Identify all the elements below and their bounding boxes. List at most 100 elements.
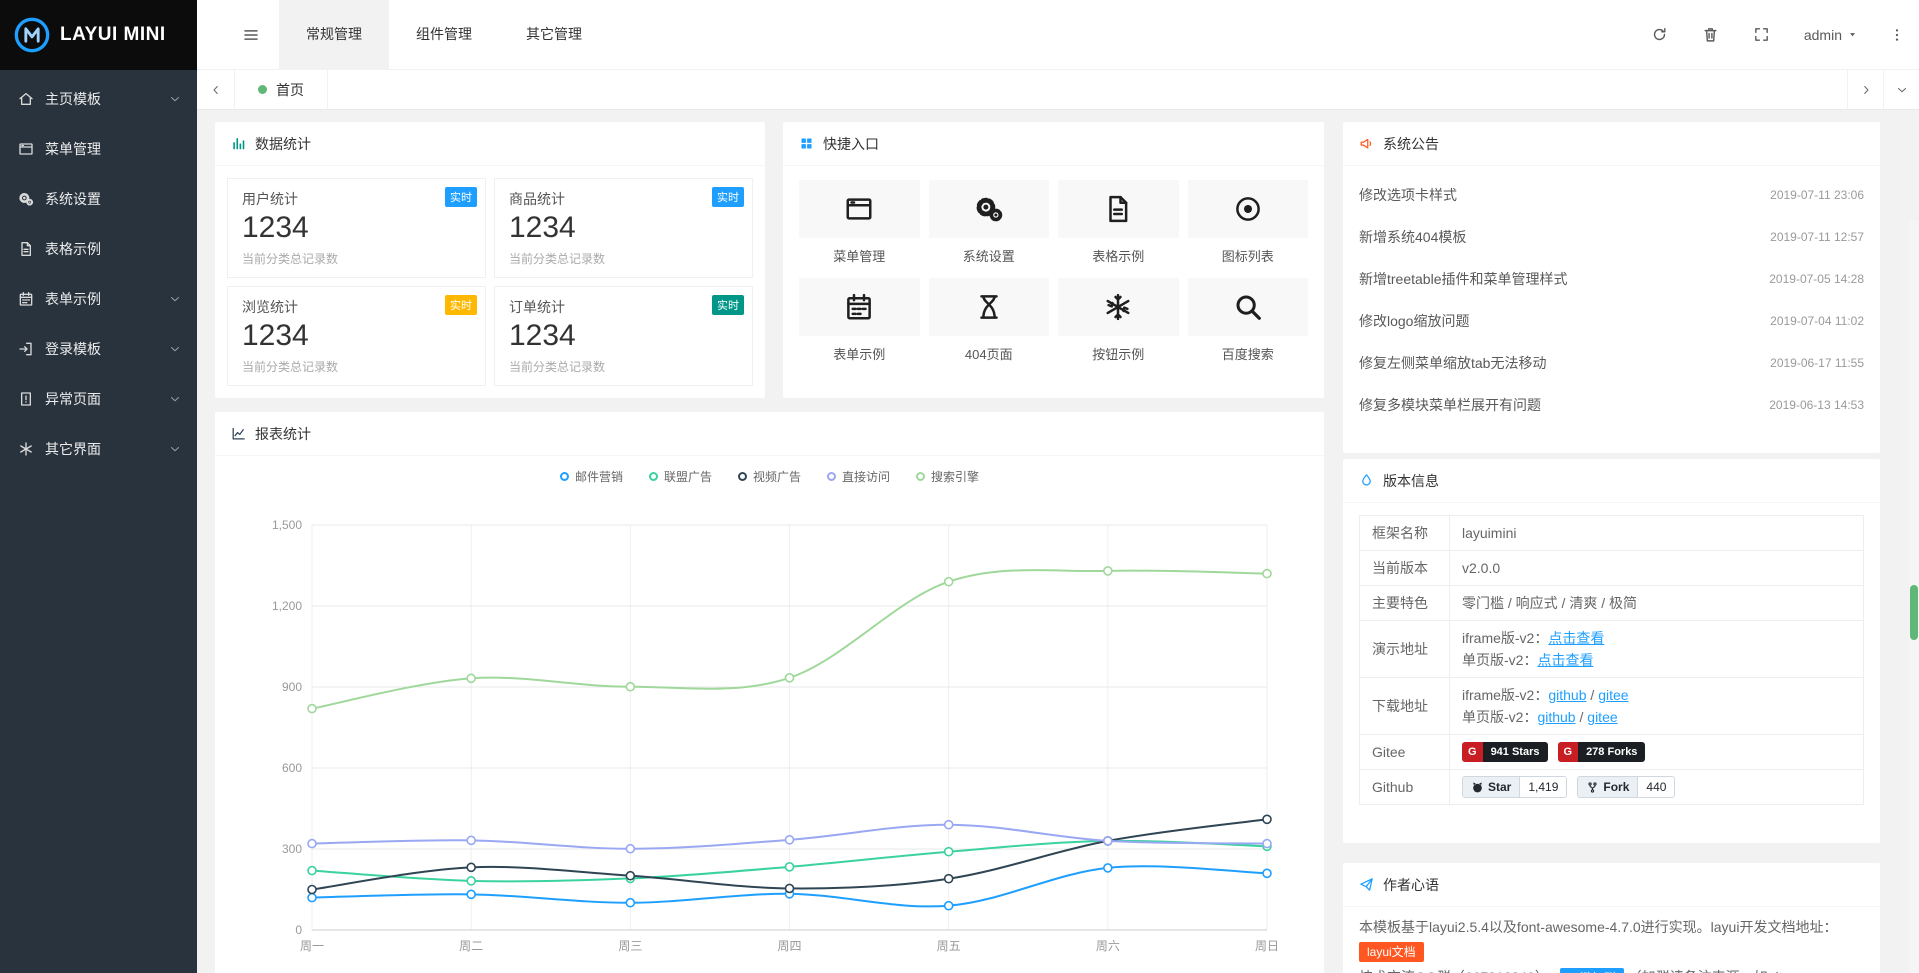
card-header: 报表统计 [215,412,1324,456]
refresh-button[interactable] [1634,0,1685,69]
card-version-info: 版本信息 框架名称 layuimini 当前版本 v2.0.0 主要特色 零门槛… [1343,459,1880,843]
sidebar-item-label: 其它界面 [45,439,169,459]
row-label: 下载地址 [1360,678,1450,735]
sidebar-item-5[interactable]: 表单示例 [0,274,197,324]
sidebar-menu: 主页模板 菜单管理 系统设置 表格示例 表单示例 登录模板 异常页面 其它界面 [0,70,197,474]
nav-tab-1[interactable]: 常规管理 [279,0,389,69]
dl-iframe-gitee-link[interactable]: gitee [1598,687,1628,703]
svg-text:周三: 周三 [618,939,642,953]
row-value: iframe版-v2：点击查看 单页版-v2：点击查看 [1450,621,1864,678]
demo-iframe-link[interactable]: 点击查看 [1548,630,1604,646]
gitee-logo: G [1558,742,1579,762]
collapse-menu-button[interactable] [223,0,279,69]
tab-home[interactable]: 首页 [235,70,328,109]
svg-text:1,200: 1,200 [272,599,302,613]
svg-text:周日: 周日 [1255,939,1279,953]
gitee-stars-badge[interactable]: G 941 Stars [1462,742,1548,762]
quick-entry-3[interactable]: 表格示例 [1058,180,1179,265]
chevron-down-icon [169,443,181,455]
report-chart: 周一周二周三周四周五周六周日03006009001,2001,500 [215,482,1324,973]
dl-spa-gitee-link[interactable]: gitee [1587,709,1617,725]
svg-text:周六: 周六 [1096,939,1120,953]
tabs-dropdown-button[interactable] [1883,70,1919,109]
announcement-time: 2019-06-17 11:55 [1770,356,1864,370]
tabs-scroll-left-button[interactable] [197,70,235,109]
card-header: 系统公告 [1343,122,1880,166]
version-row-name: 框架名称 layuimini [1360,516,1864,551]
announcement-time: 2019-07-11 12:57 [1770,230,1864,244]
card-title: 版本信息 [1383,471,1439,491]
file-icon [18,241,34,257]
quick-grid: 菜单管理 系统设置 表格示例 图标列表 表单示例 404页面 按钮示例 百度搜索 [783,166,1324,377]
paper-plane-icon [1359,877,1374,892]
join-qq-group-badge[interactable]: 一键加群 [1560,968,1624,973]
tabs-scroll-right-button[interactable] [1847,70,1883,109]
caret-down-icon [1847,29,1858,40]
github-icon [1471,781,1484,794]
username: admin [1804,27,1842,43]
window-icon [18,141,34,157]
fullscreen-button[interactable] [1736,0,1787,69]
announcement-row: 修改logo缩放问题 2019-07-04 11:02 [1359,300,1864,342]
row-value: G 941 Stars G 278 Forks [1450,735,1864,770]
sidebar-item-1[interactable]: 主页模板 [0,74,197,124]
chevron-down-icon [1896,84,1908,96]
bar-chart-icon [231,136,246,151]
sidebar-item-4[interactable]: 表格示例 [0,224,197,274]
nav-tab-2[interactable]: 组件管理 [389,0,499,69]
gitee-forks-badge[interactable]: G 278 Forks [1558,742,1646,762]
trash-icon [1702,26,1719,43]
dl-iframe-github-link[interactable]: github [1548,687,1586,703]
legend-marker [649,472,658,481]
card-title: 数据统计 [255,134,311,154]
svg-text:0: 0 [295,923,302,937]
svg-text:周五: 周五 [937,939,961,953]
dl-spa-github-link[interactable]: github [1537,709,1575,725]
author-line2: 技术交流QQ群（667810840）： 一键加群 （加群请备注来源：如gitee… [1359,965,1864,973]
topbar-icon-group [1634,0,1787,69]
demo-line1-prefix: iframe版-v2： [1462,630,1548,646]
github-star-button[interactable]: Star 1,419 [1462,776,1567,798]
sidebar-item-label: 主页模板 [45,89,169,109]
sidebar-item-6[interactable]: 登录模板 [0,324,197,374]
nav-tab-3[interactable]: 其它管理 [499,0,609,69]
sidebar-item-7[interactable]: 异常页面 [0,374,197,424]
more-button[interactable] [1875,0,1919,69]
row-label: Github [1360,770,1450,805]
layui-doc-badge[interactable]: layui文档 [1359,942,1424,962]
card-title: 报表统计 [255,424,311,444]
sidebar-item-8[interactable]: 其它界面 [0,424,197,474]
quick-entry-6[interactable]: 404页面 [929,278,1050,363]
stat-box: 浏览统计 1234 当前分类总记录数 实时 [227,286,486,386]
sidebar-item-2[interactable]: 菜单管理 [0,124,197,174]
refresh-icon [1651,26,1668,43]
card-header: 作者心语 [1343,863,1880,907]
scrollbar-thumb[interactable] [1910,585,1918,640]
snowflake-icon [1103,292,1133,322]
sidebar-item-3[interactable]: 系统设置 [0,174,197,224]
stat-box: 用户统计 1234 当前分类总记录数 实时 [227,178,486,278]
quick-entry-5[interactable]: 表单示例 [799,278,920,363]
quick-entry-2[interactable]: 系统设置 [929,180,1050,265]
announcement-row: 新增系统404模板 2019-07-11 12:57 [1359,216,1864,258]
author-line1: 本模板基于layui2.5.4以及font-awesome-4.7.0进行实现。… [1359,915,1864,939]
realtime-badge: 实时 [445,295,477,315]
qq-group-text: 技术交流QQ群（667810840）： [1359,969,1556,973]
quick-entry-8[interactable]: 百度搜索 [1188,278,1309,363]
calendar-icon [844,292,874,322]
demo-spa-link[interactable]: 点击查看 [1537,652,1593,668]
trash-button[interactable] [1685,0,1736,69]
row-label: 主要特色 [1360,586,1450,621]
card-header: 版本信息 [1343,459,1880,503]
chevron-left-icon [210,84,222,96]
author-body: 本模板基于layui2.5.4以及font-awesome-4.7.0进行实现。… [1343,907,1880,973]
quick-entry-7[interactable]: 按钮示例 [1058,278,1179,363]
app-logo[interactable]: LAYUI MINI [0,0,197,70]
quick-entry-1[interactable]: 菜单管理 [799,180,920,265]
github-fork-count: 440 [1637,777,1674,797]
version-table-wrap: 框架名称 layuimini 当前版本 v2.0.0 主要特色 零门槛 / 响应… [1343,503,1880,817]
user-menu[interactable]: admin [1787,0,1875,69]
quick-entry-4[interactable]: 图标列表 [1188,180,1309,265]
github-fork-button[interactable]: Fork 440 [1577,776,1675,798]
more-vertical-icon [1889,27,1905,43]
